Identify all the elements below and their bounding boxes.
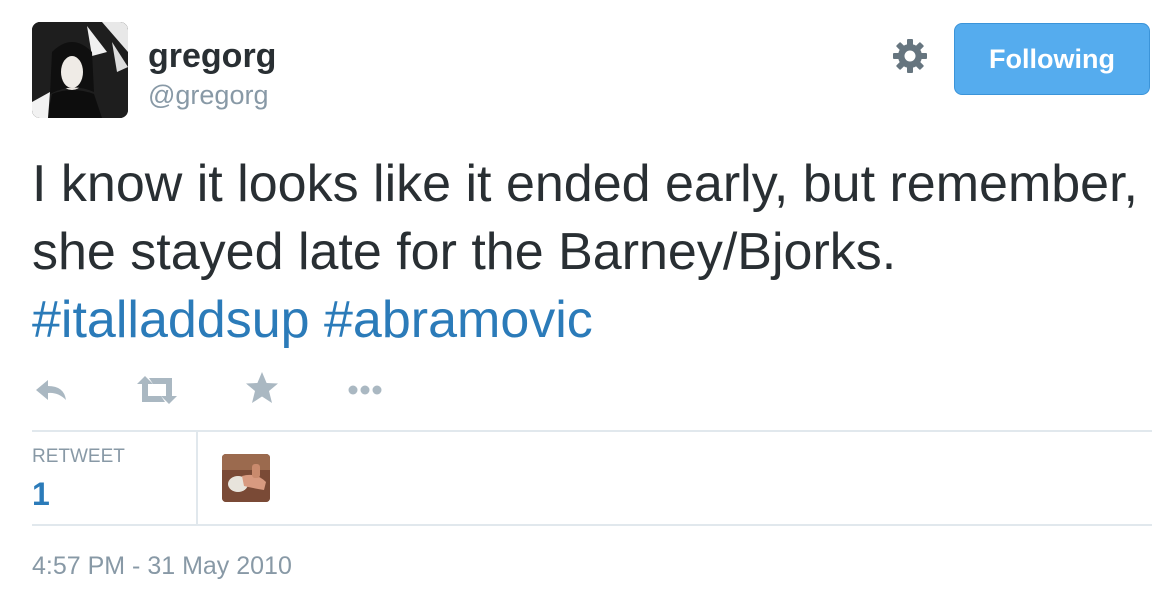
user-handle[interactable]: @gregorg: [148, 78, 268, 112]
retweeter-avatar[interactable]: [222, 454, 270, 502]
more-icon[interactable]: [346, 372, 386, 408]
gear-icon[interactable]: [890, 36, 930, 76]
following-button[interactable]: Following: [954, 23, 1150, 95]
following-button-label: Following: [989, 43, 1115, 74]
tweet-timestamp[interactable]: 4:57 PM - 31 May 2010: [32, 552, 292, 581]
hashtag-link[interactable]: #italladdsup: [32, 291, 310, 349]
divider: [32, 430, 1152, 432]
hashtag-link[interactable]: #abramovic: [324, 291, 593, 349]
retweet-label: RETWEET: [32, 446, 125, 467]
retweeter-avatar-image: [222, 454, 270, 502]
reply-icon[interactable]: [34, 372, 74, 408]
retweet-count[interactable]: 1: [32, 476, 50, 513]
tweet-body: I know it looks like it ended early, but…: [32, 155, 1138, 281]
divider: [32, 524, 1152, 526]
avatar-image: [32, 22, 128, 118]
tweet-text: I know it looks like it ended early, but…: [32, 150, 1142, 354]
favorite-icon[interactable]: [244, 370, 284, 406]
user-name[interactable]: gregorg: [148, 36, 276, 76]
stats-divider: [196, 432, 198, 524]
user-avatar[interactable]: [32, 22, 128, 118]
retweet-icon[interactable]: [135, 372, 177, 408]
